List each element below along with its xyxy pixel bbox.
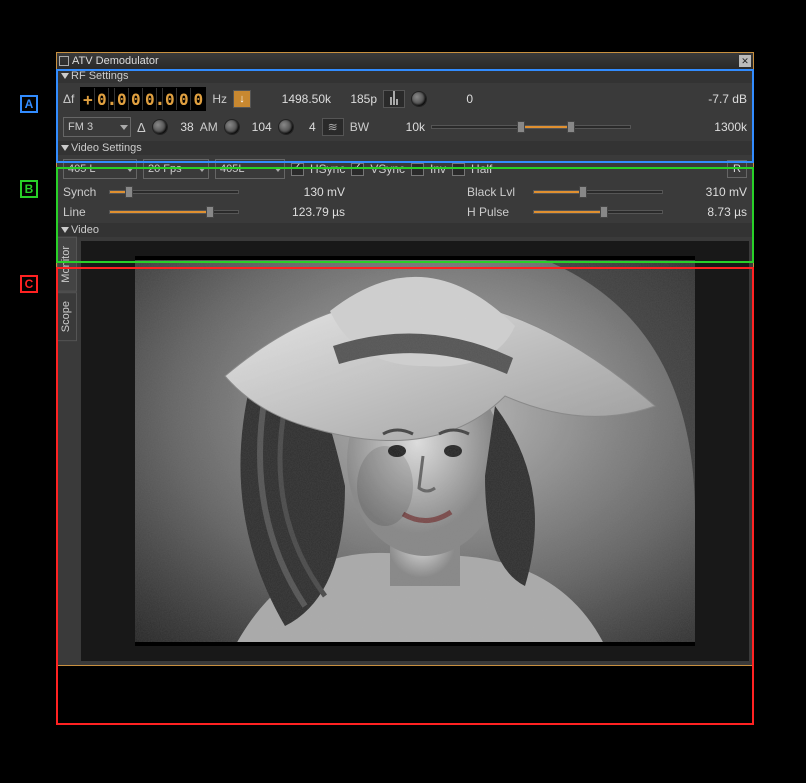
black-lvl-value: 310 mV bbox=[706, 185, 747, 199]
vsync-label: VSync bbox=[370, 162, 405, 176]
hz-label: Hz bbox=[212, 92, 227, 106]
video-view-label: Video bbox=[71, 224, 99, 236]
power-db-value: -7.7 dB bbox=[708, 92, 747, 106]
frequency-display[interactable]: + 0 . 0 0 0 . 0 0 0 bbox=[80, 87, 206, 111]
synch-slider[interactable] bbox=[109, 185, 239, 199]
sample-rate-value: 1498.50k bbox=[271, 92, 331, 106]
hsync-label: HSync bbox=[310, 162, 345, 176]
main-window: ATV Demodulator ✕ RF Settings Δf + 0 . 0… bbox=[56, 52, 754, 666]
video-settings-label: Video Settings bbox=[71, 142, 142, 154]
spectrum-icon[interactable] bbox=[383, 90, 405, 108]
annotation-b: B bbox=[20, 180, 38, 198]
video-monitor bbox=[81, 241, 749, 661]
hpulse-label: H Pulse bbox=[467, 205, 527, 219]
black-lvl-slider[interactable] bbox=[533, 185, 663, 199]
delta-value: 38 bbox=[174, 120, 194, 134]
inv-checkbox[interactable] bbox=[411, 163, 424, 176]
fm-knob[interactable] bbox=[278, 119, 294, 135]
video-settings-panel: Video Settings 405 L 20 Fps 405L HSync V… bbox=[57, 141, 753, 223]
hsync-checkbox[interactable] bbox=[291, 163, 304, 176]
bw-low-value: 10k bbox=[375, 120, 425, 134]
annotation-c: C bbox=[20, 275, 38, 293]
delta-knob[interactable] bbox=[152, 119, 168, 135]
line-label: Line bbox=[63, 205, 103, 219]
modulation-select[interactable]: FM 3 bbox=[63, 117, 131, 137]
line-slider[interactable] bbox=[109, 205, 239, 219]
title-bar[interactable]: ATV Demodulator ✕ bbox=[57, 53, 753, 69]
bw-label: BW bbox=[350, 120, 369, 134]
points-value: 185p bbox=[337, 92, 377, 106]
rf-settings-header[interactable]: RF Settings bbox=[57, 69, 753, 83]
window-title: ATV Demodulator bbox=[72, 55, 159, 67]
bw-high-value: 1300k bbox=[714, 120, 747, 134]
bw-slider[interactable] bbox=[431, 120, 631, 134]
squelch-knob[interactable] bbox=[411, 91, 427, 107]
synch-label: Synch bbox=[63, 185, 103, 199]
synch-value: 130 mV bbox=[245, 185, 345, 199]
lines-select[interactable]: 405L bbox=[215, 159, 285, 179]
fm-value: 4 bbox=[300, 120, 316, 134]
window-menu-icon[interactable] bbox=[59, 56, 69, 66]
freq-down-button[interactable]: ↓ bbox=[233, 90, 251, 108]
hpulse-value: 8.73 µs bbox=[707, 205, 747, 219]
delta-f-label: Δf bbox=[63, 92, 74, 106]
hpulse-slider[interactable] bbox=[533, 205, 663, 219]
reset-button[interactable]: R bbox=[727, 160, 747, 178]
video-view-header[interactable]: Video bbox=[57, 223, 753, 237]
tab-monitor[interactable]: Monitor bbox=[57, 237, 77, 292]
am-knob[interactable] bbox=[224, 119, 240, 135]
rf-settings-panel: RF Settings Δf + 0 . 0 0 0 . 0 0 0 Hz ↓ bbox=[57, 69, 753, 141]
video-settings-header[interactable]: Video Settings bbox=[57, 141, 753, 155]
video-view-panel: Video Monitor Scope bbox=[57, 223, 753, 665]
video-image bbox=[135, 256, 695, 646]
filter-icon[interactable]: ≋ bbox=[322, 118, 344, 136]
collapse-icon bbox=[61, 73, 69, 79]
tab-scope[interactable]: Scope bbox=[57, 292, 77, 341]
standard-select[interactable]: 405 L bbox=[63, 159, 137, 179]
rf-settings-label: RF Settings bbox=[71, 70, 128, 82]
fps-select[interactable]: 20 Fps bbox=[143, 159, 209, 179]
close-button[interactable]: ✕ bbox=[739, 55, 751, 67]
vsync-checkbox[interactable] bbox=[351, 163, 364, 176]
inv-label: Inv bbox=[430, 162, 446, 176]
half-checkbox[interactable] bbox=[452, 163, 465, 176]
collapse-icon bbox=[61, 145, 69, 151]
half-label: Half bbox=[471, 162, 492, 176]
am-label: AM bbox=[200, 120, 218, 134]
squelch-value: 0 bbox=[433, 92, 473, 106]
am-value: 104 bbox=[246, 120, 272, 134]
black-lvl-label: Black Lvl bbox=[467, 185, 527, 199]
delta-label: Δ bbox=[137, 120, 146, 135]
annotation-a: A bbox=[20, 95, 38, 113]
line-value: 123.79 µs bbox=[245, 205, 345, 219]
collapse-icon bbox=[61, 227, 69, 233]
